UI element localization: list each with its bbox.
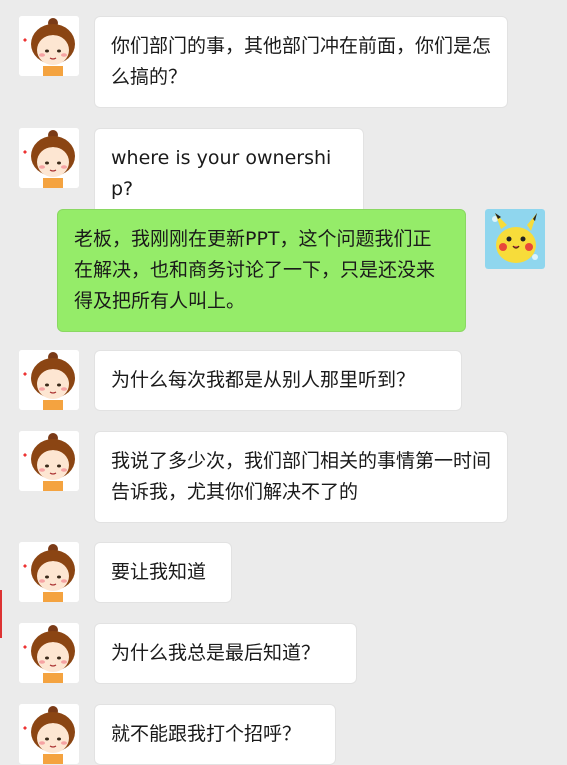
cartoon-girl-avatar-icon: [19, 623, 79, 683]
sender-avatar[interactable]: [19, 704, 79, 764]
cartoon-girl-avatar-icon: [19, 16, 79, 76]
pikachu-avatar-icon: [485, 209, 545, 269]
message-bubble[interactable]: 就不能跟我打个招呼？: [94, 704, 336, 765]
cartoon-girl-avatar-icon: [19, 128, 79, 188]
message-bubble[interactable]: where is your ownership?: [94, 128, 364, 220]
sender-avatar[interactable]: [19, 128, 79, 188]
my-avatar[interactable]: [485, 209, 545, 269]
cartoon-girl-avatar-icon: [19, 431, 79, 491]
message-bubble[interactable]: 要让我知道: [94, 542, 232, 603]
sender-avatar[interactable]: [19, 542, 79, 602]
cartoon-girl-avatar-icon: [19, 704, 79, 764]
cartoon-girl-avatar-icon: [19, 350, 79, 410]
edge-marker: [0, 590, 2, 638]
message-bubble[interactable]: 为什么我总是最后知道？: [94, 623, 357, 684]
sender-avatar[interactable]: [19, 350, 79, 410]
message-bubble[interactable]: 为什么每次我都是从别人那里听到？: [94, 350, 462, 411]
message-bubble[interactable]: 你们部门的事，其他部门冲在前面，你们是怎么搞的？: [94, 16, 508, 108]
chat-area[interactable]: 你们部门的事，其他部门冲在前面，你们是怎么搞的？ where is your o…: [0, 0, 567, 765]
sender-avatar[interactable]: [19, 623, 79, 683]
sender-avatar[interactable]: [19, 431, 79, 491]
cartoon-girl-avatar-icon: [19, 542, 79, 602]
sender-avatar[interactable]: [19, 16, 79, 76]
message-bubble[interactable]: 老板，我刚刚在更新PPT，这个问题我们正在解决，也和商务讨论了一下，只是还没来得…: [57, 209, 466, 332]
message-bubble[interactable]: 我说了多少次，我们部门相关的事情第一时间告诉我，尤其你们解决不了的: [94, 431, 508, 523]
